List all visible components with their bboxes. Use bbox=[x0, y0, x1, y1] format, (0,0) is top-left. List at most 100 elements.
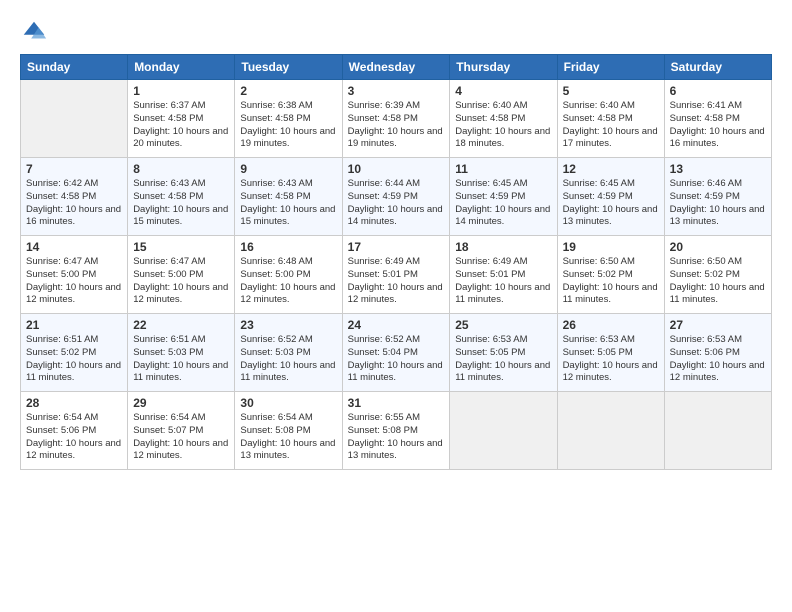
day-cell: 25 Sunrise: 6:53 AMSunset: 5:05 PMDayligh… bbox=[450, 314, 557, 392]
day-number: 9 bbox=[240, 162, 336, 176]
header-cell-wednesday: Wednesday bbox=[342, 55, 450, 80]
day-info: Sunrise: 6:53 AMSunset: 5:06 PMDaylight:… bbox=[670, 334, 766, 385]
day-cell: 6 Sunrise: 6:41 AMSunset: 4:58 PMDaylight… bbox=[664, 80, 771, 158]
day-cell: 28 Sunrise: 6:54 AMSunset: 5:06 PMDayligh… bbox=[21, 392, 128, 470]
day-cell: 14Sunrise: 6:47 AMSunset: 5:00 PMDayligh… bbox=[21, 236, 128, 314]
header-cell-tuesday: Tuesday bbox=[235, 55, 342, 80]
day-cell: 11 Sunrise: 6:45 AMSunset: 4:59 PMDayligh… bbox=[450, 158, 557, 236]
day-info: Sunrise: 6:53 AMSunset: 5:05 PMDaylight:… bbox=[455, 334, 551, 385]
day-info: Sunrise: 6:39 AMSunset: 4:58 PMDaylight:… bbox=[348, 100, 445, 151]
day-number: 17 bbox=[348, 240, 445, 254]
day-cell: 30 Sunrise: 6:54 AMSunset: 5:08 PMDayligh… bbox=[235, 392, 342, 470]
day-cell: 17Sunrise: 6:49 AMSunset: 5:01 PMDayligh… bbox=[342, 236, 450, 314]
day-cell: 27 Sunrise: 6:53 AMSunset: 5:06 PMDayligh… bbox=[664, 314, 771, 392]
header-cell-monday: Monday bbox=[128, 55, 235, 80]
day-info: Sunrise: 6:45 AMSunset: 4:59 PMDaylight:… bbox=[455, 178, 551, 229]
day-cell: 7Sunrise: 6:42 AMSunset: 4:58 PMDaylight… bbox=[21, 158, 128, 236]
day-cell: 22Sunrise: 6:51 AMSunset: 5:03 PMDayligh… bbox=[128, 314, 235, 392]
page: SundayMondayTuesdayWednesdayThursdayFrid… bbox=[0, 0, 792, 612]
day-info: Sunrise: 6:45 AMSunset: 4:59 PMDaylight:… bbox=[563, 178, 659, 229]
day-number: 18 bbox=[455, 240, 551, 254]
day-number: 15 bbox=[133, 240, 229, 254]
day-cell: 4 Sunrise: 6:40 AMSunset: 4:58 PMDaylight… bbox=[450, 80, 557, 158]
week-row-3: 14 Sunrise: 6:47 AMSunset: 5:00 PMDayligh… bbox=[21, 236, 772, 314]
header-row: SundayMondayTuesdayWednesdayThursdayFrid… bbox=[21, 55, 772, 80]
header bbox=[20, 18, 772, 46]
day-cell: 29 Sunrise: 6:54 AMSunset: 5:07 PMDayligh… bbox=[128, 392, 235, 470]
day-info: Sunrise: 6:55 AMSunset: 5:08 PMDaylight:… bbox=[348, 412, 445, 463]
day-cell: 10 Sunrise: 6:44 AMSunset: 4:59 PMDayligh… bbox=[342, 158, 450, 236]
day-number: 12 bbox=[563, 162, 659, 176]
day-number: 11 bbox=[455, 162, 551, 176]
day-info: Sunrise: 6:54 AMSunset: 5:06 PMDaylight:… bbox=[26, 412, 122, 463]
week-row-5: 28 Sunrise: 6:54 AMSunset: 5:06 PMDayligh… bbox=[21, 392, 772, 470]
day-cell: 23 Sunrise: 6:52 AMSunset: 5:03 PMDayligh… bbox=[235, 314, 342, 392]
day-cell: 20 Sunrise: 6:50 AMSunset: 5:02 PMDayligh… bbox=[664, 236, 771, 314]
week-row-1: 1Sunrise: 6:37 AMSunset: 4:58 PMDaylight… bbox=[21, 80, 772, 158]
day-info: Sunrise: 6:46 AMSunset: 4:59 PMDaylight:… bbox=[670, 178, 766, 229]
week-row-2: 7Sunrise: 6:42 AMSunset: 4:58 PMDaylight… bbox=[21, 158, 772, 236]
day-cell: 19Sunrise: 6:50 AMSunset: 5:02 PMDayligh… bbox=[557, 236, 664, 314]
header-cell-saturday: Saturday bbox=[664, 55, 771, 80]
day-info: Sunrise: 6:51 AMSunset: 5:02 PMDaylight:… bbox=[26, 334, 122, 385]
day-info: Sunrise: 6:40 AMSunset: 4:58 PMDaylight:… bbox=[455, 100, 551, 151]
day-number: 4 bbox=[455, 84, 551, 98]
day-cell: 31 Sunrise: 6:55 AMSunset: 5:08 PMDayligh… bbox=[342, 392, 450, 470]
day-cell: 24Sunrise: 6:52 AMSunset: 5:04 PMDayligh… bbox=[342, 314, 450, 392]
day-number: 26 bbox=[563, 318, 659, 332]
calendar: SundayMondayTuesdayWednesdayThursdayFrid… bbox=[20, 54, 772, 470]
day-cell bbox=[21, 80, 128, 158]
day-info: Sunrise: 6:41 AMSunset: 4:58 PMDaylight:… bbox=[670, 100, 766, 151]
day-number: 19 bbox=[563, 240, 659, 254]
day-info: Sunrise: 6:54 AMSunset: 5:08 PMDaylight:… bbox=[240, 412, 336, 463]
day-cell: 1Sunrise: 6:37 AMSunset: 4:58 PMDaylight… bbox=[128, 80, 235, 158]
day-info: Sunrise: 6:52 AMSunset: 5:03 PMDaylight:… bbox=[240, 334, 336, 385]
day-cell: 13 Sunrise: 6:46 AMSunset: 4:59 PMDayligh… bbox=[664, 158, 771, 236]
day-number: 28 bbox=[26, 396, 122, 410]
day-cell: 12 Sunrise: 6:45 AMSunset: 4:59 PMDayligh… bbox=[557, 158, 664, 236]
day-cell: 3 Sunrise: 6:39 AMSunset: 4:58 PMDaylight… bbox=[342, 80, 450, 158]
day-number: 31 bbox=[348, 396, 445, 410]
day-number: 24 bbox=[348, 318, 445, 332]
day-info: Sunrise: 6:51 AMSunset: 5:03 PMDaylight:… bbox=[133, 334, 229, 385]
day-cell: 18 Sunrise: 6:49 AMSunset: 5:01 PMDayligh… bbox=[450, 236, 557, 314]
day-info: Sunrise: 6:48 AMSunset: 5:00 PMDaylight:… bbox=[240, 256, 336, 307]
day-cell: 15 Sunrise: 6:47 AMSunset: 5:00 PMDayligh… bbox=[128, 236, 235, 314]
day-info: Sunrise: 6:47 AMSunset: 5:00 PMDaylight:… bbox=[133, 256, 229, 307]
day-info: Sunrise: 6:38 AMSunset: 4:58 PMDaylight:… bbox=[240, 100, 336, 151]
day-number: 20 bbox=[670, 240, 766, 254]
day-number: 5 bbox=[563, 84, 659, 98]
day-number: 25 bbox=[455, 318, 551, 332]
day-number: 7 bbox=[26, 162, 122, 176]
day-number: 14 bbox=[26, 240, 122, 254]
day-cell: 2 Sunrise: 6:38 AMSunset: 4:58 PMDaylight… bbox=[235, 80, 342, 158]
day-number: 29 bbox=[133, 396, 229, 410]
day-cell bbox=[450, 392, 557, 470]
day-number: 23 bbox=[240, 318, 336, 332]
day-number: 8 bbox=[133, 162, 229, 176]
day-number: 6 bbox=[670, 84, 766, 98]
logo-icon bbox=[20, 18, 48, 46]
day-number: 27 bbox=[670, 318, 766, 332]
day-number: 3 bbox=[348, 84, 445, 98]
day-info: Sunrise: 6:43 AMSunset: 4:58 PMDaylight:… bbox=[240, 178, 336, 229]
day-cell: 21Sunrise: 6:51 AMSunset: 5:02 PMDayligh… bbox=[21, 314, 128, 392]
week-row-4: 21Sunrise: 6:51 AMSunset: 5:02 PMDayligh… bbox=[21, 314, 772, 392]
header-cell-friday: Friday bbox=[557, 55, 664, 80]
day-cell: 8Sunrise: 6:43 AMSunset: 4:58 PMDaylight… bbox=[128, 158, 235, 236]
day-cell bbox=[557, 392, 664, 470]
day-info: Sunrise: 6:50 AMSunset: 5:02 PMDaylight:… bbox=[670, 256, 766, 307]
day-number: 2 bbox=[240, 84, 336, 98]
day-info: Sunrise: 6:49 AMSunset: 5:01 PMDaylight:… bbox=[455, 256, 551, 307]
day-number: 1 bbox=[133, 84, 229, 98]
day-number: 16 bbox=[240, 240, 336, 254]
day-number: 30 bbox=[240, 396, 336, 410]
day-info: Sunrise: 6:40 AMSunset: 4:58 PMDaylight:… bbox=[563, 100, 659, 151]
day-info: Sunrise: 6:44 AMSunset: 4:59 PMDaylight:… bbox=[348, 178, 445, 229]
day-info: Sunrise: 6:53 AMSunset: 5:05 PMDaylight:… bbox=[563, 334, 659, 385]
day-cell: 26 Sunrise: 6:53 AMSunset: 5:05 PMDayligh… bbox=[557, 314, 664, 392]
day-info: Sunrise: 6:54 AMSunset: 5:07 PMDaylight:… bbox=[133, 412, 229, 463]
day-number: 10 bbox=[348, 162, 445, 176]
day-cell bbox=[664, 392, 771, 470]
day-number: 13 bbox=[670, 162, 766, 176]
